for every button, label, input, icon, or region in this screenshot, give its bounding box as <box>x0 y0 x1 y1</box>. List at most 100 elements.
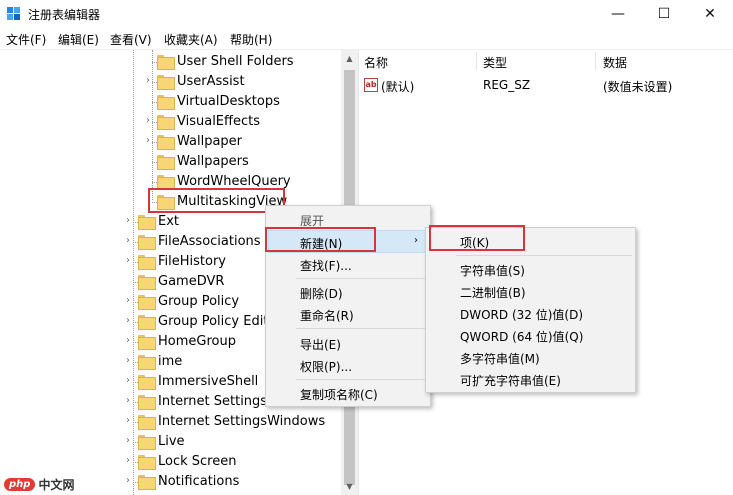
submenu-dword-value[interactable]: DWORD (32 位)值(D) <box>460 302 583 324</box>
submenu-multi-string-value[interactable]: 多字符串值(M) <box>460 346 540 368</box>
context-menu-export[interactable]: 导出(E) <box>300 332 341 354</box>
tree-expand-chevron-icon[interactable]: › <box>123 415 133 427</box>
window-title: 注册表编辑器 <box>28 8 101 22</box>
folder-icon <box>138 315 156 330</box>
column-header-type[interactable]: 类型 <box>483 50 507 72</box>
tree-item-label: VisualEffects <box>177 114 260 129</box>
folder-icon <box>157 75 175 90</box>
submenu-chevron-icon: › <box>414 235 418 246</box>
tree-expand-chevron-icon[interactable]: › <box>123 395 133 407</box>
tree-expand-chevron-icon[interactable]: › <box>123 255 133 267</box>
tree-expand-chevron-icon[interactable]: › <box>143 75 153 87</box>
tree-item-label: Group Policy <box>158 294 240 309</box>
tree-item-label: VirtualDesktops <box>177 94 280 109</box>
folder-icon <box>138 415 156 430</box>
tree-expand-chevron-icon[interactable]: › <box>123 335 133 347</box>
title-bar: 注册表编辑器 — ☐ ✕ <box>0 0 733 28</box>
tree-item-label: Internet SettingsWindows <box>158 414 326 429</box>
context-menu-find[interactable]: 查找(F)... <box>300 253 352 275</box>
menu-file[interactable]: 文件(F) <box>6 31 46 48</box>
tree-expand-chevron-icon <box>143 95 153 107</box>
menu-view[interactable]: 查看(V) <box>110 31 152 48</box>
menu-separator <box>456 255 632 256</box>
tree-expand-chevron-icon <box>143 155 153 167</box>
tree-item-label: ImmersiveShell <box>158 374 259 389</box>
tree-item-label: Notifications <box>158 474 240 489</box>
tree-item[interactable]: VirtualDesktops <box>0 92 341 112</box>
tree-item-label: User Shell Folders <box>177 54 294 69</box>
submenu-binary-value[interactable]: 二进制值(B) <box>460 280 526 302</box>
string-value-icon: ab <box>364 78 378 92</box>
site-watermark: php 中文网 <box>4 474 74 494</box>
tree-item[interactable]: › Wallpaper <box>0 132 341 152</box>
folder-icon <box>138 355 156 370</box>
submenu-qword-value[interactable]: QWORD (64 位)值(Q) <box>460 324 583 346</box>
menu-edit[interactable]: 编辑(E) <box>58 31 99 48</box>
tree-expand-chevron-icon[interactable]: › <box>143 115 153 127</box>
tree-item-label: Wallpapers <box>177 154 249 169</box>
menu-favorites[interactable]: 收藏夹(A) <box>164 31 218 48</box>
minimize-button[interactable]: — <box>595 0 641 28</box>
folder-icon <box>138 435 156 450</box>
menu-separator <box>296 278 428 279</box>
tree-item-label: FileAssociations <box>158 234 261 249</box>
folder-icon <box>138 255 156 270</box>
tree-expand-chevron-icon[interactable]: › <box>123 355 133 367</box>
context-menu-permissions[interactable]: 权限(P)... <box>300 354 352 376</box>
column-header-data[interactable]: 数据 <box>603 50 627 72</box>
tree-expand-chevron-icon[interactable]: › <box>123 475 133 487</box>
tree-item-label: Internet Settings <box>158 394 268 409</box>
column-divider[interactable] <box>476 52 477 70</box>
tree-expand-chevron-icon <box>123 275 133 287</box>
tree-item[interactable]: › UserAssist <box>0 72 341 92</box>
tree-item-label: UserAssist <box>177 74 245 89</box>
tree-item-label: Lock Screen <box>158 454 237 469</box>
tree-expand-chevron-icon[interactable]: › <box>123 455 133 467</box>
new-item-highlight-box <box>265 227 376 252</box>
folder-icon <box>138 295 156 310</box>
folder-icon <box>157 135 175 150</box>
context-menu-copy-key-name[interactable]: 复制项名称(C) <box>300 382 378 404</box>
tree-item[interactable]: › Lock Screen <box>0 452 341 472</box>
tree-item-label: ime <box>158 354 183 369</box>
folder-icon <box>157 155 175 170</box>
menu-separator <box>296 328 428 329</box>
folder-icon <box>157 115 175 130</box>
tree-expand-chevron-icon[interactable]: › <box>143 135 153 147</box>
tree-item[interactable]: › VisualEffects <box>0 112 341 132</box>
tree-item[interactable]: User Shell Folders <box>0 52 341 72</box>
folder-icon <box>138 275 156 290</box>
context-menu-rename[interactable]: 重命名(R) <box>300 303 354 325</box>
tree-expand-chevron-icon[interactable]: › <box>123 295 133 307</box>
tree-expand-chevron-icon[interactable]: › <box>123 435 133 447</box>
folder-icon <box>138 215 156 230</box>
tree-item[interactable]: Wallpapers <box>0 152 341 172</box>
tree-item-label: HomeGroup <box>158 334 236 349</box>
folder-icon <box>138 455 156 470</box>
registry-app-icon <box>7 7 20 20</box>
folder-icon <box>157 95 175 110</box>
context-menu-delete[interactable]: 删除(D) <box>300 281 343 303</box>
value-name[interactable]: (默认) <box>381 78 414 95</box>
tree-item[interactable]: › Internet SettingsWindows <box>0 412 341 432</box>
scroll-up-button[interactable]: ▲ <box>341 50 358 67</box>
column-divider[interactable] <box>595 52 596 70</box>
submenu-string-value[interactable]: 字符串值(S) <box>460 258 525 280</box>
tree-expand-chevron-icon[interactable]: › <box>123 235 133 247</box>
folder-icon <box>138 235 156 250</box>
folder-icon <box>157 55 175 70</box>
tree-expand-chevron-icon[interactable]: › <box>123 315 133 327</box>
tree-expand-chevron-icon <box>143 55 153 67</box>
tree-item[interactable]: › Live <box>0 432 341 452</box>
tree-expand-chevron-icon[interactable]: › <box>123 375 133 387</box>
column-header-name[interactable]: 名称 <box>364 50 388 72</box>
close-button[interactable]: ✕ <box>687 0 733 28</box>
folder-icon <box>138 475 156 490</box>
tree-item-label: WordWheelQuery <box>177 174 291 189</box>
submenu-expandable-string-value[interactable]: 可扩充字符串值(E) <box>460 368 561 390</box>
value-type: REG_SZ <box>483 78 531 92</box>
maximize-button[interactable]: ☐ <box>641 0 687 28</box>
scroll-down-button[interactable]: ▼ <box>341 478 358 495</box>
tree-expand-chevron-icon[interactable]: › <box>123 215 133 227</box>
menu-help[interactable]: 帮助(H) <box>230 31 272 48</box>
